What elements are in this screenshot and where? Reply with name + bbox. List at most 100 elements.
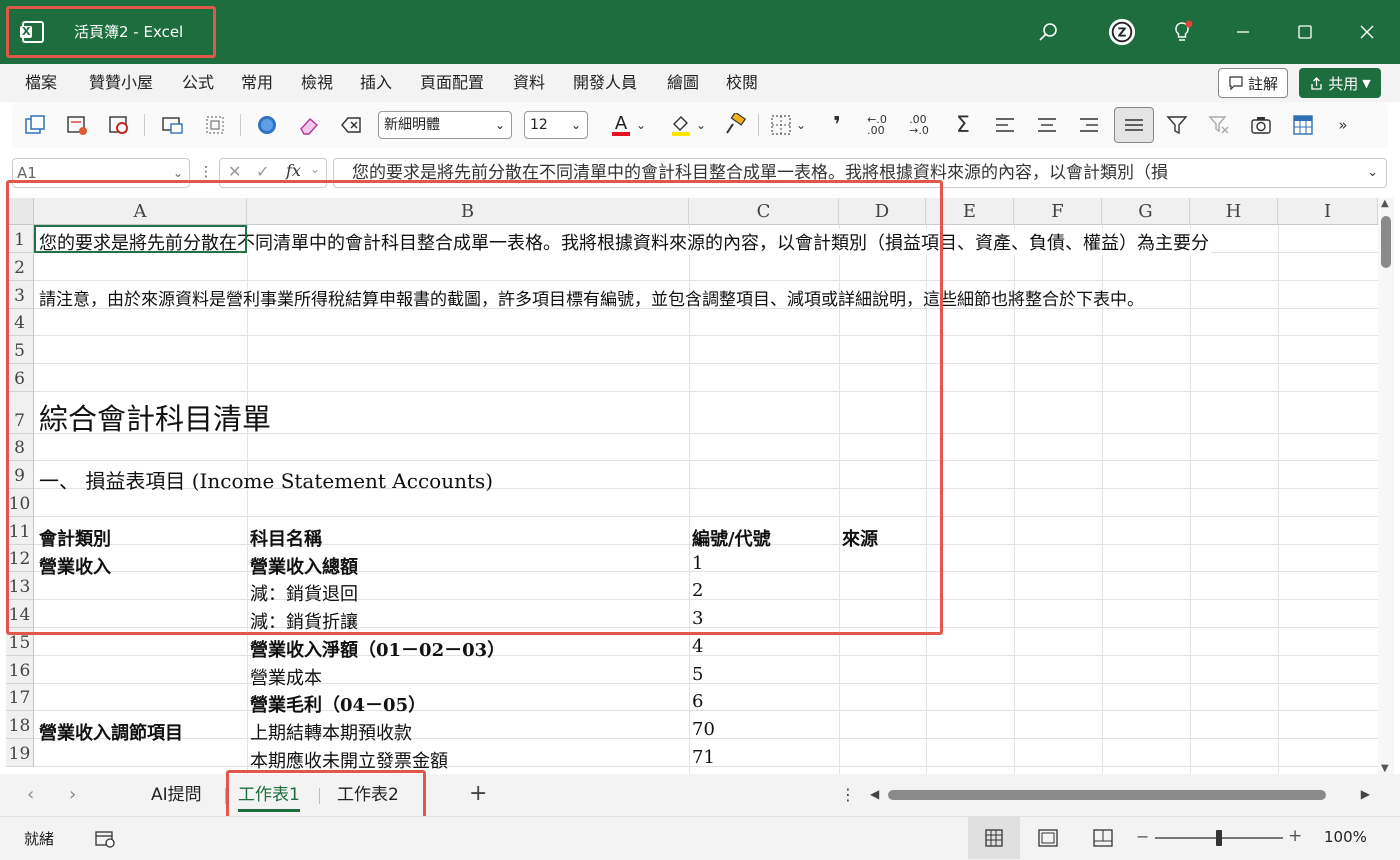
font-size-select[interactable]: 12 ⌄ (524, 111, 588, 139)
sheet-tab-2[interactable]: 工作表2 (337, 782, 399, 808)
horizontal-scrollbar[interactable]: ◀ ▶ (866, 786, 1374, 804)
more-options-icon[interactable]: » (1330, 112, 1356, 138)
add-sheet-icon[interactable]: + (469, 781, 487, 806)
cell-c19[interactable]: 71 (692, 747, 715, 768)
row-header-1[interactable]: 1 (6, 225, 34, 253)
cell-c17[interactable]: 6 (692, 691, 703, 712)
cell-b12[interactable]: 營業收入總額 (250, 553, 358, 579)
row-header-2[interactable]: 2 (6, 253, 34, 281)
font-name-select[interactable]: 新細明體 ⌄ (378, 111, 512, 139)
eraser-icon[interactable] (296, 112, 322, 138)
menu-review[interactable]: 校閱 (726, 73, 758, 93)
align-right-icon[interactable] (1076, 112, 1102, 138)
cell-b13[interactable]: 減：銷貨退回 (250, 580, 358, 606)
row-header-17[interactable]: 17 (6, 684, 34, 711)
menu-developer[interactable]: 開發人員 (573, 73, 637, 93)
record-icon[interactable] (106, 112, 132, 138)
zoom-slider[interactable] (1155, 830, 1283, 846)
page-break-view-icon[interactable] (1093, 829, 1113, 851)
formula-input[interactable]: 您的要求是將先前分散在不同清單中的會計科目整合成單一表格。我將根據資料來源的內容… (333, 158, 1387, 188)
row-header-9[interactable]: 9 (6, 461, 34, 489)
menu-formulas[interactable]: 公式 (182, 73, 214, 93)
comma-style-icon[interactable]: ❜ (824, 112, 850, 138)
camera-icon[interactable] (1248, 112, 1274, 138)
font-color-icon[interactable]: A (608, 112, 634, 138)
minimize-icon[interactable] (1229, 18, 1257, 46)
clear-format-icon[interactable] (338, 112, 364, 138)
menu-insert[interactable]: 插入 (360, 73, 392, 93)
chevron-left-icon[interactable]: ‹ (27, 784, 34, 805)
align-left-icon[interactable] (992, 112, 1018, 138)
autosum-icon[interactable]: Σ (950, 112, 976, 138)
increase-decimal-icon[interactable]: .00 →.0 (906, 112, 932, 138)
chevron-down-icon[interactable]: ⌄ (310, 162, 320, 176)
select-all-corner[interactable] (6, 198, 34, 225)
cell-c12[interactable]: 1 (692, 553, 703, 574)
cell-a18[interactable]: 營業收入調節項目 (39, 719, 183, 745)
zoom-slider-thumb[interactable] (1216, 830, 1222, 846)
row-header-12[interactable]: 12 (6, 545, 34, 572)
row-header-19[interactable]: 19 (6, 739, 34, 767)
row-header-11[interactable]: 11 (6, 517, 34, 545)
normal-view-icon[interactable] (968, 817, 1020, 859)
column-header-i[interactable]: I (1278, 198, 1378, 225)
cell-b14[interactable]: 減：銷貨折讓 (250, 608, 358, 634)
row-header-14[interactable]: 14 (6, 600, 34, 628)
clear-filter-icon[interactable] (1206, 112, 1232, 138)
row-header-6[interactable]: 6 (6, 364, 34, 392)
decrease-decimal-icon[interactable]: ←.0.00 (864, 112, 890, 138)
scroll-right-icon[interactable]: ▶ (1361, 787, 1370, 801)
vertical-dots-icon[interactable]: ⋮ (199, 164, 213, 180)
close-icon[interactable] (1353, 18, 1381, 46)
row-header-7[interactable]: 7 (6, 392, 34, 434)
chevron-down-icon[interactable]: ⌄ (694, 112, 708, 138)
format-painter-icon[interactable] (722, 112, 748, 138)
cell-c11[interactable]: 編號/代號 (692, 525, 771, 551)
search-icon[interactable] (1034, 18, 1062, 46)
row-header-13[interactable]: 13 (6, 572, 34, 600)
cell-b15[interactable]: 營業收入淨額（01－02－03） (250, 636, 505, 662)
menu-draw[interactable]: 繪圖 (667, 73, 699, 93)
row-header-5[interactable]: 5 (6, 336, 34, 364)
zoom-level[interactable]: 100% (1324, 828, 1367, 846)
vertical-dots-icon[interactable]: ⋮ (840, 785, 856, 804)
worksheet-grid[interactable]: A B C D E F G H I 1 2 3 4 5 6 7 8 9 10 1… (6, 198, 1378, 774)
data-model-icon[interactable] (22, 112, 48, 138)
sheet-tab-active[interactable]: 工作表1 (238, 782, 300, 812)
scroll-up-icon[interactable]: ▲ (1381, 198, 1389, 209)
row-header-4[interactable]: 4 (6, 309, 34, 336)
horizontal-scroll-thumb[interactable] (888, 790, 1326, 800)
enter-icon[interactable]: ✓ (256, 162, 269, 181)
accessibility-icon[interactable] (94, 829, 116, 853)
chevron-down-icon[interactable]: ⌄ (634, 112, 648, 138)
menu-view[interactable]: 檢視 (301, 73, 333, 93)
menu-data[interactable]: 資料 (513, 73, 545, 93)
row-header-3[interactable]: 3 (6, 281, 34, 309)
page-layout-view-icon[interactable] (1038, 829, 1058, 851)
column-header-a[interactable]: A (34, 198, 247, 225)
chevron-down-icon[interactable]: ⌄ (1361, 159, 1378, 187)
menu-zanzan[interactable]: 贊贊小屋 (89, 73, 153, 93)
align-center-icon[interactable] (1034, 112, 1060, 138)
cell-b18[interactable]: 上期結轉本期預收款 (250, 719, 412, 745)
column-header-d[interactable]: D (839, 198, 926, 225)
cell-b17[interactable]: 營業毛利（04－05） (250, 691, 426, 717)
fill-color-icon[interactable] (668, 112, 694, 138)
vertical-scrollbar[interactable]: ▲ ▼ (1378, 198, 1394, 774)
cell-d11[interactable]: 來源 (842, 525, 878, 551)
scroll-left-icon[interactable]: ◀ (870, 787, 879, 801)
column-header-e[interactable]: E (926, 198, 1014, 225)
cell-b16[interactable]: 營業成本 (250, 664, 322, 690)
cell-c14[interactable]: 3 (692, 608, 703, 629)
row-header-10[interactable]: 10 (6, 489, 34, 517)
cell-b19[interactable]: 本期應收未開立發票金額 (250, 747, 448, 773)
cell-c18[interactable]: 70 (692, 719, 715, 740)
row-header-18[interactable]: 18 (6, 711, 34, 739)
zoom-in-icon[interactable]: + (1288, 826, 1302, 846)
screenshot-icon[interactable] (160, 112, 186, 138)
vertical-scroll-thumb[interactable] (1381, 216, 1391, 268)
name-box[interactable]: A1 ⌄ (12, 158, 190, 188)
share-button[interactable]: 共用 ▼ (1299, 68, 1381, 98)
row-header-16[interactable]: 16 (6, 656, 34, 684)
column-header-f[interactable]: F (1014, 198, 1102, 225)
